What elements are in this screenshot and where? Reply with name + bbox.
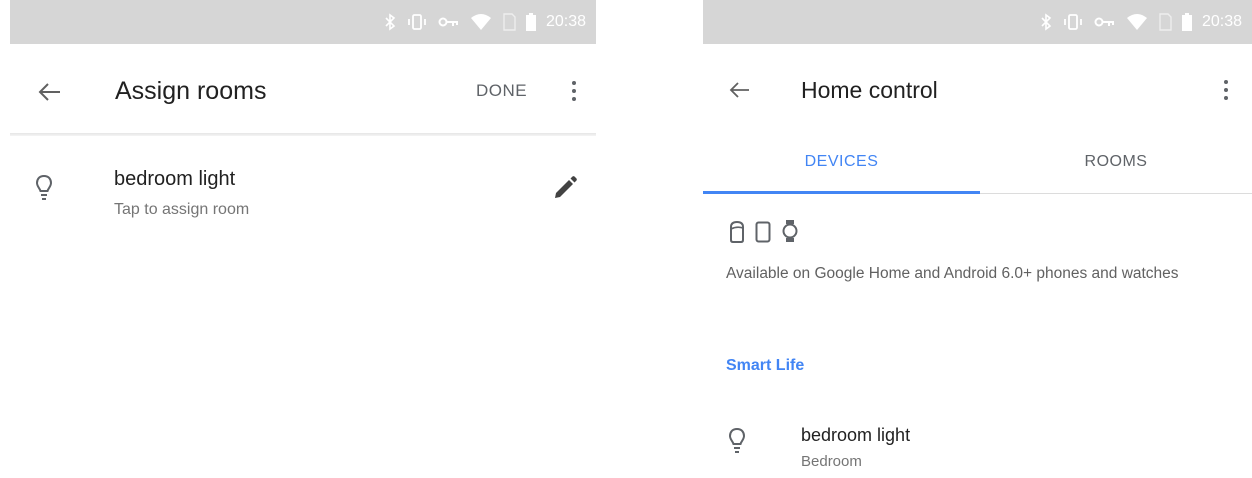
- status-bar: 20:38: [10, 0, 596, 44]
- device-name: bedroom light: [114, 168, 236, 190]
- back-button[interactable]: [726, 76, 754, 104]
- edit-icon[interactable]: [552, 175, 578, 201]
- sim-icon: [1159, 13, 1172, 31]
- device-name: bedroom light: [801, 425, 911, 445]
- home-control-screen: 20:38 Home control DEVICES ROOMS Availab…: [703, 0, 1252, 478]
- sim-icon: [503, 13, 516, 31]
- device-type-icons: [729, 219, 799, 243]
- list-item[interactable]: bedroom light Bedroom: [703, 415, 1252, 478]
- arrow-back-icon: [38, 83, 60, 101]
- vpn-key-icon: [1094, 17, 1114, 27]
- battery-icon: [1181, 13, 1192, 31]
- section-title: Smart Life: [726, 357, 805, 374]
- tab-rooms[interactable]: ROOMS: [980, 153, 1252, 171]
- phone-icon: [755, 221, 771, 243]
- lightbulb-icon: [728, 427, 746, 453]
- tab-indicator: [703, 191, 980, 194]
- status-time: 20:38: [545, 13, 586, 30]
- wifi-icon: [470, 14, 491, 30]
- device-subtitle: Tap to assign room: [114, 201, 250, 218]
- tab-devices[interactable]: DEVICES: [703, 153, 980, 171]
- arrow-back-icon: [729, 82, 749, 98]
- wifi-icon: [1126, 14, 1147, 30]
- vibrate-icon: [1064, 14, 1082, 30]
- page-title: Assign rooms: [115, 77, 267, 105]
- appbar-divider: [10, 133, 596, 136]
- status-time: 20:38: [1201, 13, 1242, 30]
- assign-rooms-screen: 20:38 Assign rooms DONE bedroom light Ta…: [10, 0, 596, 478]
- status-bar: 20:38: [703, 0, 1252, 44]
- device-room: Bedroom: [801, 453, 862, 470]
- bluetooth-icon: [385, 13, 396, 31]
- watch-icon: [782, 220, 798, 242]
- bluetooth-icon: [1041, 13, 1052, 31]
- done-button[interactable]: DONE: [476, 81, 527, 101]
- lightbulb-icon: [35, 174, 53, 200]
- vpn-key-icon: [438, 17, 458, 27]
- vibrate-icon: [408, 14, 426, 30]
- battery-icon: [525, 13, 536, 31]
- back-button[interactable]: [36, 78, 64, 106]
- more-options-button[interactable]: [568, 77, 580, 105]
- google-home-icon: [730, 221, 744, 243]
- more-options-button[interactable]: [1220, 76, 1232, 104]
- list-item[interactable]: bedroom light Tap to assign room: [10, 150, 596, 240]
- availability-text: Available on Google Home and Android 6.0…: [726, 265, 1179, 282]
- page-title: Home control: [801, 77, 938, 103]
